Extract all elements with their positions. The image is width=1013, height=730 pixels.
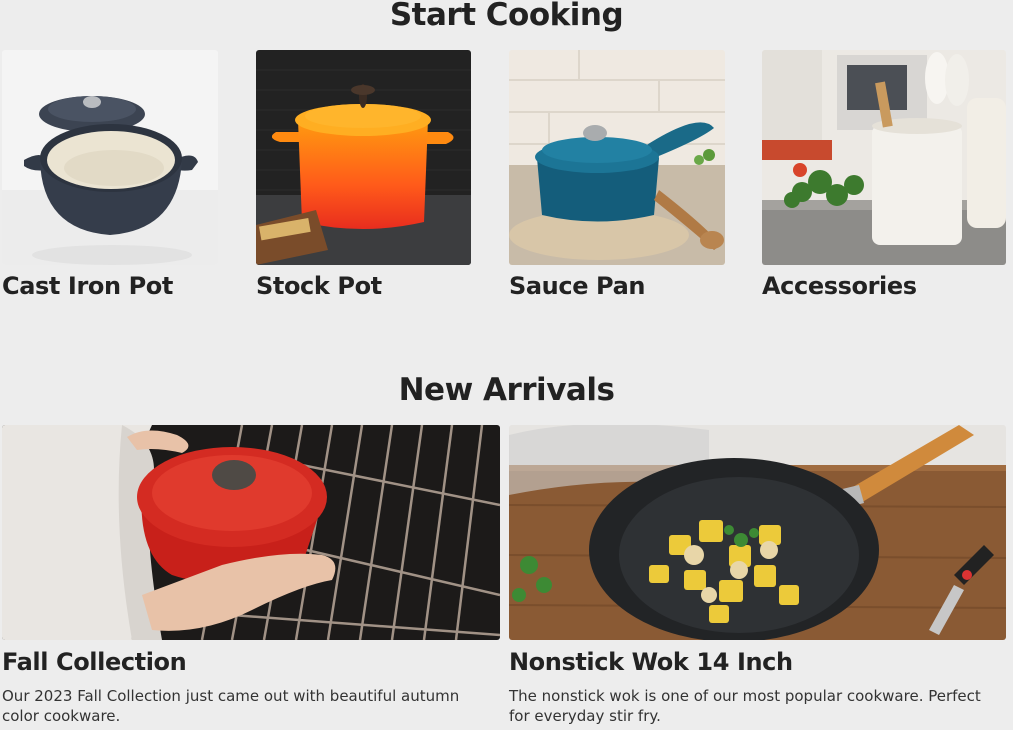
cast-iron-pot-label[interactable]: Cast Iron Pot — [2, 272, 173, 300]
nonstick-wok-description: The nonstick wok is one of our most popu… — [509, 687, 981, 725]
fall-collection-description: Our 2023 Fall Collection just came out w… — [2, 687, 460, 725]
nonstick-wok-image[interactable] — [509, 425, 1006, 640]
cast-iron-pot-image[interactable] — [2, 50, 218, 265]
fall-collection-label[interactable]: Fall Collection — [2, 648, 187, 676]
start-cooking-title: Start Cooking — [389, 0, 624, 33]
accessories-label[interactable]: Accessories — [762, 272, 917, 300]
stock-pot-label[interactable]: Stock Pot — [256, 272, 382, 300]
sauce-pan-label[interactable]: Sauce Pan — [509, 272, 645, 300]
stock-pot-image[interactable] — [256, 50, 471, 265]
fall-collection-image[interactable] — [2, 425, 500, 640]
accessories-image[interactable] — [762, 50, 1006, 265]
nonstick-wok-label[interactable]: Nonstick Wok 14 Inch — [509, 648, 793, 676]
new-arrivals-title: New Arrivals — [398, 372, 615, 408]
sauce-pan-image[interactable] — [509, 50, 725, 265]
